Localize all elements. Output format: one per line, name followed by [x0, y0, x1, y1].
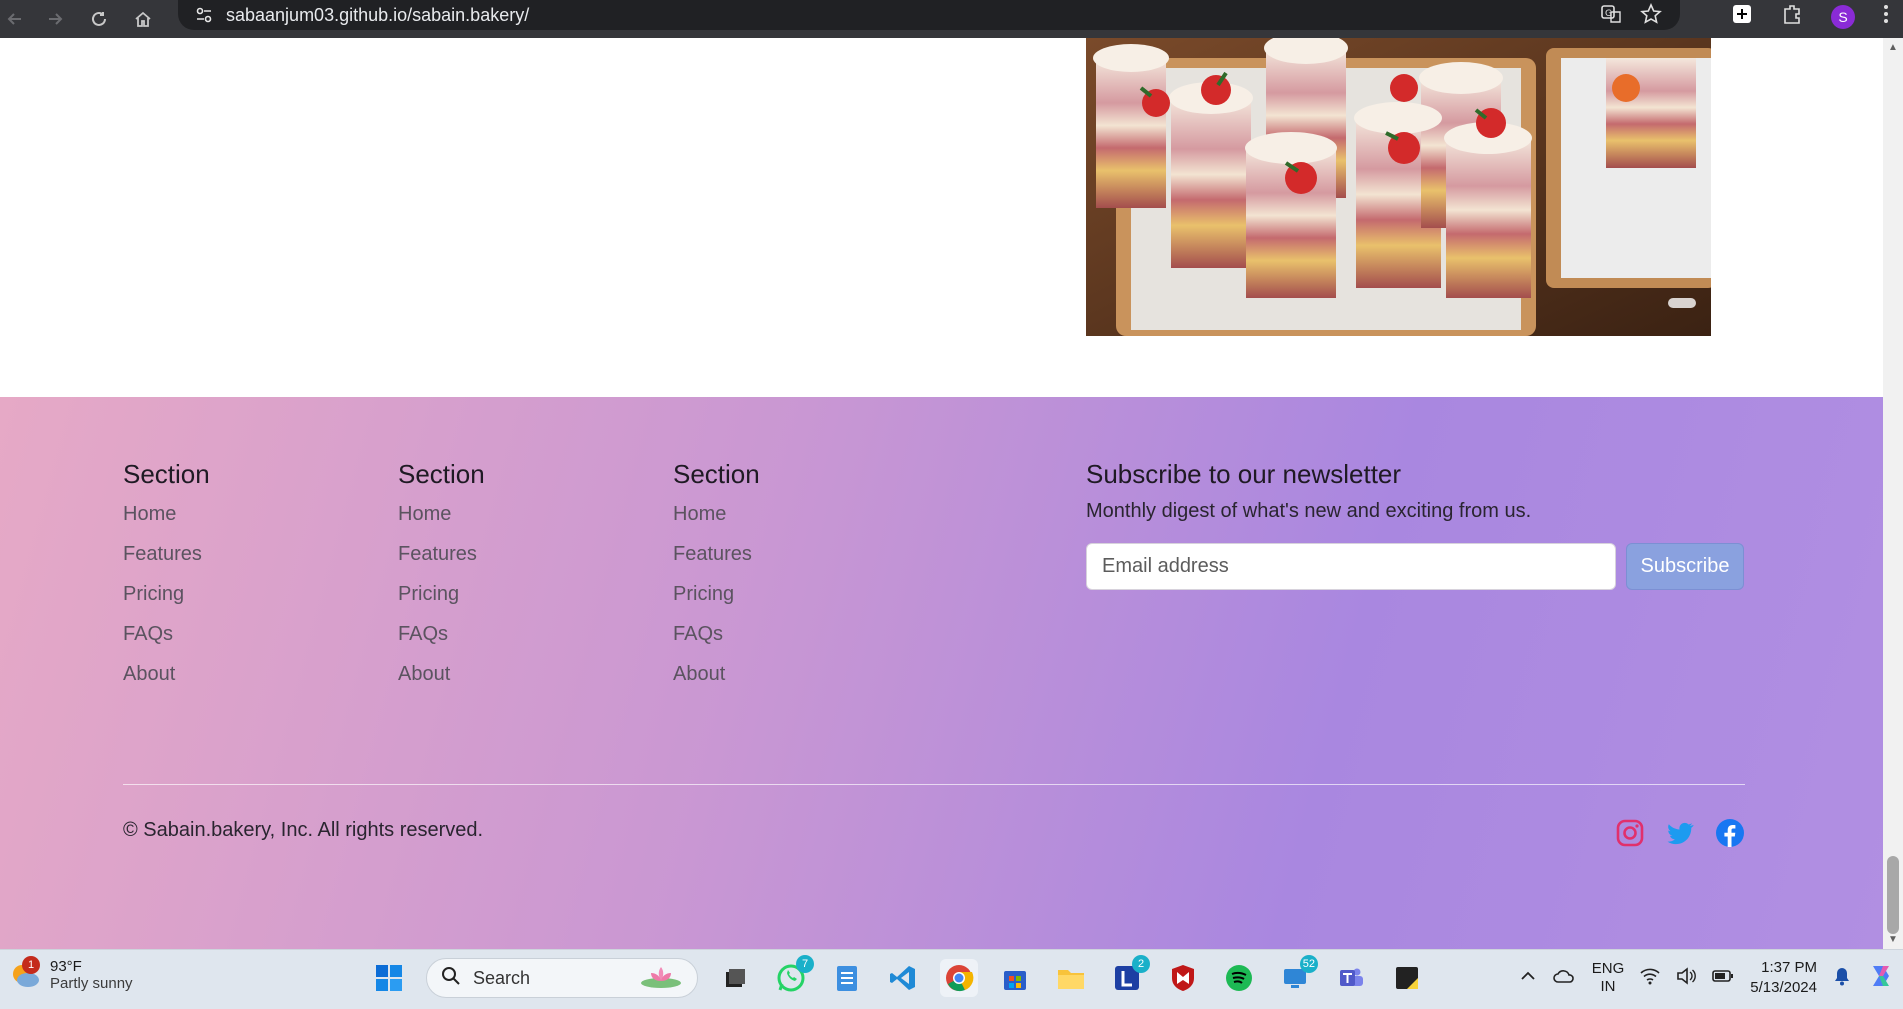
site-footer: Section Home Features Pricing FAQs About…	[0, 397, 1883, 949]
scroll-up-icon[interactable]: ▲	[1888, 42, 1898, 53]
footer-link-faqs[interactable]: FAQs	[123, 620, 210, 660]
windows-start-icon[interactable]	[370, 959, 408, 997]
weather-alert-badge: 1	[22, 956, 40, 974]
footer-link-pricing[interactable]: Pricing	[398, 580, 485, 620]
bookmark-star-icon[interactable]	[1640, 3, 1662, 30]
spotify-icon[interactable]	[1220, 959, 1258, 997]
subscribe-button[interactable]: Subscribe	[1626, 543, 1744, 590]
address-bar[interactable]: sabaanjum03.github.io/sabain.bakery/ G	[178, 0, 1680, 30]
newsletter-form: Subscribe	[1086, 543, 1744, 590]
sticky-notes-icon[interactable]	[1388, 959, 1426, 997]
weather-condition-text: Partly sunny	[50, 975, 133, 992]
lotus-search-highlight-icon	[639, 963, 683, 994]
search-label: Search	[473, 967, 531, 988]
email-input[interactable]	[1086, 543, 1616, 590]
whatsapp-badge: 7	[796, 955, 814, 973]
volume-icon[interactable]	[1676, 967, 1697, 989]
teams-icon[interactable]	[1332, 959, 1370, 997]
footer-link-faqs[interactable]: FAQs	[673, 620, 760, 660]
footer-divider	[123, 784, 1745, 785]
footer-link-features[interactable]: Features	[123, 540, 210, 580]
remote-desktop-badge: 52	[1299, 955, 1318, 973]
footer-link-pricing[interactable]: Pricing	[123, 580, 210, 620]
url-text[interactable]: sabaanjum03.github.io/sabain.bakery/	[226, 5, 529, 26]
footer-link-about[interactable]: About	[123, 660, 210, 700]
facebook-icon[interactable]	[1714, 817, 1746, 849]
footer-link-home[interactable]: Home	[123, 500, 210, 540]
onedrive-icon[interactable]	[1552, 966, 1576, 990]
temperature-text: 93°F	[50, 958, 82, 975]
footer-column-2: Section Home Features Pricing FAQs About	[398, 459, 485, 700]
back-icon[interactable]	[0, 4, 30, 34]
page-scrollbar[interactable]: ▲ ▼	[1883, 38, 1903, 949]
l-app-badge: 2	[1132, 955, 1150, 973]
social-links	[1614, 817, 1746, 849]
weather-widget[interactable]: 1 93°F Partly sunny	[8, 956, 133, 992]
time-text: 1:37 PM	[1761, 959, 1817, 976]
newsletter-description: Monthly digest of what's new and excitin…	[1086, 500, 1532, 522]
profile-avatar[interactable]: S	[1831, 4, 1855, 29]
footer-column-1: Section Home Features Pricing FAQs About	[123, 459, 210, 700]
footer-column-heading: Section	[398, 459, 485, 489]
system-tray: ENG IN 1:37 PM 5/13/2024	[1520, 958, 1895, 998]
copilot-icon[interactable]	[1867, 962, 1895, 994]
chrome-icon[interactable]	[940, 959, 978, 997]
clock[interactable]: 1:37 PM 5/13/2024	[1750, 958, 1817, 998]
date-text: 5/13/2024	[1750, 979, 1817, 996]
footer-link-home[interactable]: Home	[398, 500, 485, 540]
windows-taskbar: 1 93°F Partly sunny Search 7 2 52 ENG IN…	[0, 949, 1903, 1009]
twitter-icon[interactable]	[1664, 817, 1696, 849]
newsletter-section: Subscribe to our newsletter Monthly dige…	[1086, 459, 1744, 590]
extensions-icon[interactable]	[1781, 3, 1803, 30]
footer-column-heading: Section	[673, 459, 760, 489]
more-menu-icon[interactable]	[1883, 3, 1889, 30]
footer-column-3: Section Home Features Pricing FAQs About	[673, 459, 760, 700]
footer-link-about[interactable]: About	[398, 660, 485, 700]
l-app-icon[interactable]: 2	[1108, 955, 1150, 997]
copyright-text: © Sabain.bakery, Inc. All rights reserve…	[123, 819, 484, 841]
battery-icon[interactable]	[1712, 969, 1734, 987]
scroll-down-icon[interactable]: ▼	[1888, 934, 1898, 945]
footer-link-features[interactable]: Features	[398, 540, 485, 580]
taskbar-search[interactable]: Search	[426, 958, 698, 998]
task-view-icon[interactable]	[716, 959, 754, 997]
remote-desktop-icon[interactable]: 52	[1276, 955, 1318, 997]
mcafee-icon[interactable]	[1164, 959, 1202, 997]
reload-icon[interactable]	[84, 4, 114, 34]
search-icon	[441, 966, 461, 991]
wifi-icon[interactable]	[1640, 967, 1660, 989]
newsletter-heading: Subscribe to our newsletter	[1086, 459, 1402, 489]
taskbar-apps: Search 7 2 52	[370, 955, 1426, 998]
web-page: Section Home Features Pricing FAQs About…	[0, 38, 1883, 949]
chevron-up-icon[interactable]	[1520, 968, 1536, 988]
footer-column-heading: Section	[123, 459, 210, 489]
scroll-thumb[interactable]	[1887, 856, 1899, 934]
notepad-icon[interactable]	[828, 959, 866, 997]
footer-link-pricing[interactable]: Pricing	[673, 580, 760, 620]
weather-icon: 1	[8, 956, 42, 992]
home-icon[interactable]	[128, 4, 158, 34]
language-indicator[interactable]: ENG IN	[1592, 960, 1625, 996]
notification-bell-icon[interactable]	[1833, 966, 1851, 990]
language-code: ENG	[1591, 960, 1625, 977]
footer-link-features[interactable]: Features	[673, 540, 760, 580]
microsoft-store-icon[interactable]	[996, 959, 1034, 997]
new-tab-icon[interactable]	[1731, 3, 1753, 30]
file-explorer-icon[interactable]	[1052, 959, 1090, 997]
translate-icon[interactable]: G	[1600, 3, 1622, 30]
instagram-icon[interactable]	[1614, 817, 1646, 849]
cake-photo	[1086, 38, 1711, 336]
vscode-icon[interactable]	[884, 959, 922, 997]
site-info-icon[interactable]	[192, 3, 216, 27]
browser-toolbar: sabaanjum03.github.io/sabain.bakery/ G S	[0, 0, 1903, 38]
whatsapp-icon[interactable]: 7	[772, 955, 814, 997]
forward-icon[interactable]	[40, 4, 70, 34]
footer-link-faqs[interactable]: FAQs	[398, 620, 485, 660]
footer-link-about[interactable]: About	[673, 660, 760, 700]
region-code: IN	[1600, 978, 1616, 995]
footer-link-home[interactable]: Home	[673, 500, 760, 540]
